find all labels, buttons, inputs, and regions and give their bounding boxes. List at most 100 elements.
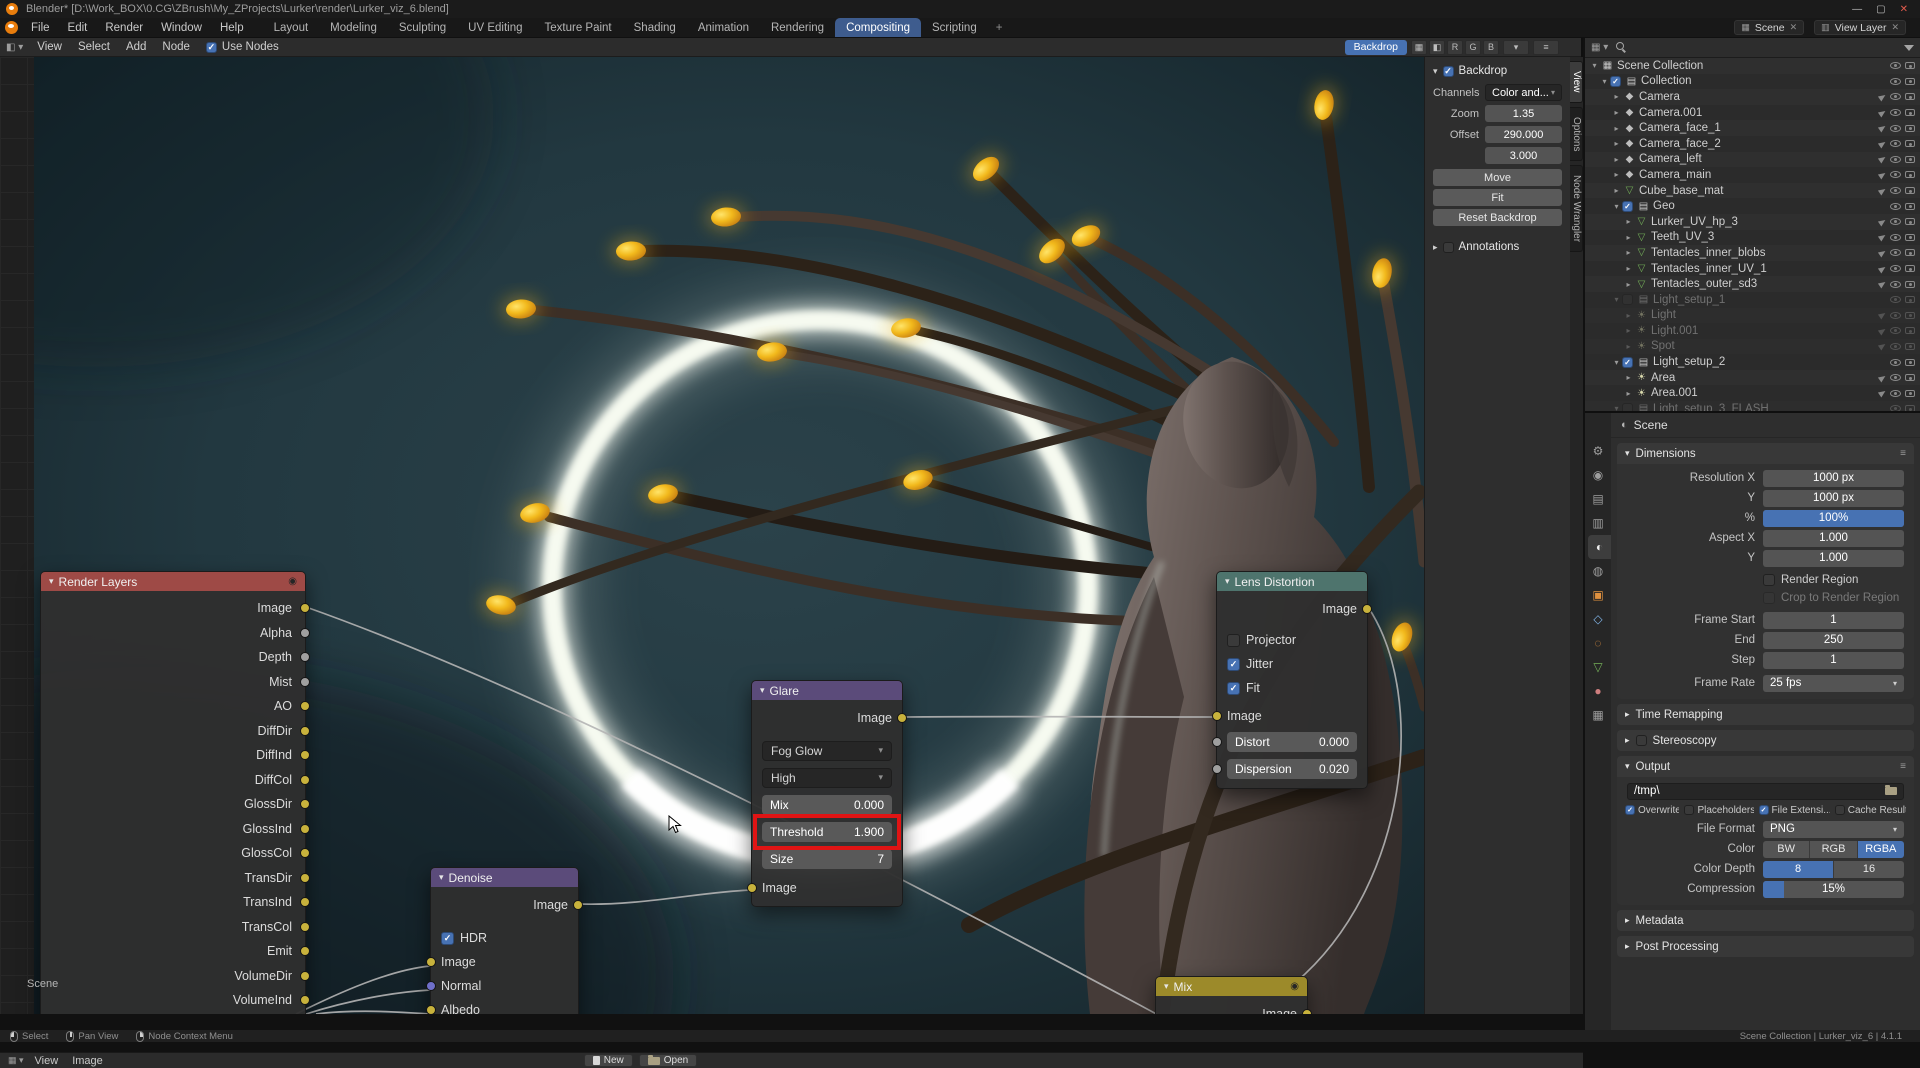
- channel-button[interactable]: ◧: [1429, 39, 1445, 55]
- node-lens-distortion[interactable]: Lens Distortion Image Projector: [1212, 571, 1372, 789]
- eye-icon[interactable]: [1890, 358, 1901, 366]
- input-socket[interactable]: [1212, 736, 1222, 747]
- camera-icon[interactable]: [1905, 233, 1915, 241]
- input-socket[interactable]: [1212, 711, 1222, 721]
- outliner-row[interactable]: ▸ ☀ Light: [1585, 308, 1920, 324]
- cursor-icon[interactable]: [1877, 123, 1888, 133]
- camera-icon[interactable]: [1905, 62, 1915, 70]
- output-socket[interactable]: [300, 676, 310, 687]
- camera-icon[interactable]: [1905, 280, 1915, 288]
- color-depth-option[interactable]: 8: [1763, 860, 1834, 878]
- expand-arrow-icon[interactable]: ▾: [1611, 404, 1622, 411]
- node-canvas[interactable]: Render Layers ◉ Image Alpha: [0, 57, 1583, 1014]
- glare-threshold-field[interactable]: Threshold 1.900: [753, 813, 901, 850]
- checkbox[interactable]: [1227, 633, 1240, 647]
- workspace-tab[interactable]: Scripting: [921, 18, 988, 37]
- camera-icon[interactable]: [1905, 342, 1915, 350]
- expand-arrow-icon[interactable]: ▸: [1623, 233, 1634, 242]
- expand-arrow-icon[interactable]: ▸: [1611, 186, 1622, 195]
- node-mix[interactable]: Mix ◉ Image: [1155, 976, 1312, 1014]
- outliner-row[interactable]: ▸ ▽ Cube_base_mat: [1585, 183, 1920, 199]
- output-socket[interactable]: [300, 921, 310, 932]
- cursor-icon[interactable]: [1877, 170, 1888, 180]
- file-format-select[interactable]: PNG: [1763, 820, 1904, 838]
- properties-tab[interactable]: ◍: [1585, 559, 1611, 583]
- node-render-layers[interactable]: Render Layers ◉ Image Alpha: [40, 571, 310, 1014]
- outliner-row[interactable]: ▸ ▽ Teeth_UV_3: [1585, 230, 1920, 246]
- output-socket[interactable]: [1302, 1009, 1312, 1014]
- output-socket[interactable]: [300, 872, 310, 883]
- eye-icon[interactable]: [1890, 265, 1901, 273]
- collection-checkbox[interactable]: [1622, 294, 1633, 306]
- expand-arrow-icon[interactable]: ▾: [1611, 295, 1622, 304]
- node-header[interactable]: Render Layers ◉: [41, 572, 305, 591]
- properties-tab[interactable]: ●: [1585, 679, 1611, 703]
- render-region-toggle[interactable]: Render Region: [1763, 574, 1858, 586]
- stereoscopy-panel-header[interactable]: Stereoscopy: [1617, 730, 1914, 751]
- workspace-tab[interactable]: +: [988, 18, 1011, 37]
- outliner-row[interactable]: ▸ ☀ Light.001: [1585, 323, 1920, 339]
- stereoscopy-checkbox[interactable]: [1635, 735, 1647, 746]
- crop-region-toggle[interactable]: Crop to Render Region: [1763, 592, 1899, 604]
- color-mode-option[interactable]: BW: [1763, 840, 1811, 858]
- node-header[interactable]: Lens Distortion: [1217, 572, 1367, 591]
- workspace-tab[interactable]: UV Editing: [457, 18, 533, 37]
- backdrop-toggle-button[interactable]: Backdrop: [1344, 39, 1407, 55]
- topbar-menu[interactable]: Render: [96, 18, 152, 37]
- minimize-button[interactable]: —: [1852, 4, 1862, 15]
- open-image-button[interactable]: Open: [638, 1054, 698, 1067]
- resolution-y-field[interactable]: 1000 px: [1763, 489, 1904, 507]
- backdrop-panel-header[interactable]: Backdrop: [1425, 60, 1570, 82]
- expand-arrow-icon[interactable]: ▸: [1611, 124, 1622, 133]
- use-nodes-toggle[interactable]: Use Nodes: [205, 41, 279, 53]
- camera-icon[interactable]: [1905, 374, 1915, 382]
- offset-y-field[interactable]: 3.000: [1485, 147, 1562, 164]
- cursor-icon[interactable]: [1877, 139, 1888, 149]
- expand-arrow-icon[interactable]: ▸: [1623, 248, 1634, 257]
- frame-rate-select[interactable]: 25 fps: [1763, 674, 1904, 692]
- expand-arrow-icon[interactable]: ▾: [1611, 358, 1622, 367]
- output-path-field[interactable]: /tmp\: [1627, 782, 1904, 800]
- expand-arrow-icon[interactable]: ▸: [1611, 139, 1622, 148]
- camera-icon[interactable]: [1905, 389, 1915, 397]
- backdrop-action-button[interactable]: Move: [1433, 169, 1562, 186]
- resolution-percent-slider[interactable]: 100%: [1763, 509, 1904, 527]
- expand-arrow-icon[interactable]: ▸: [1623, 326, 1634, 335]
- channels-select[interactable]: Color and...: [1485, 84, 1562, 101]
- color-mode-option[interactable]: RGB: [1810, 840, 1858, 858]
- sidebar-tab[interactable]: View: [1570, 61, 1583, 103]
- checkbox[interactable]: [1227, 657, 1240, 671]
- cursor-icon[interactable]: [1877, 373, 1888, 383]
- blender-logo-icon[interactable]: [6, 3, 18, 15]
- glare-quality-select[interactable]: High: [762, 767, 892, 788]
- eye-icon[interactable]: [1890, 233, 1901, 241]
- color-depth-option[interactable]: 16: [1834, 860, 1904, 878]
- cursor-icon[interactable]: [1877, 186, 1888, 196]
- channel-button[interactable]: G: [1465, 39, 1481, 55]
- channel-button[interactable]: ▦: [1411, 39, 1427, 55]
- output-socket[interactable]: [573, 900, 583, 910]
- camera-icon[interactable]: [1905, 327, 1915, 335]
- cursor-icon[interactable]: [1877, 342, 1888, 351]
- expand-arrow-icon[interactable]: ▸: [1611, 108, 1622, 117]
- outliner-row[interactable]: ▾ ▤ Geo: [1585, 198, 1920, 214]
- workspace-tab[interactable]: Modeling: [319, 18, 388, 37]
- node-header[interactable]: Denoise: [431, 868, 578, 887]
- expand-arrow-icon[interactable]: ▸: [1623, 389, 1634, 398]
- aspect-x-field[interactable]: 1.000: [1763, 529, 1904, 547]
- viewlayer-selector[interactable]: ▥ View Layer ✕: [1814, 20, 1906, 35]
- cursor-icon[interactable]: [1877, 217, 1888, 227]
- collection-checkbox[interactable]: [1622, 200, 1633, 212]
- outliner-row[interactable]: ▸ ▽ Lurker_UV_hp_3: [1585, 214, 1920, 230]
- outliner-row[interactable]: ▸ ☀ Spot: [1585, 339, 1920, 355]
- workspace-tab[interactable]: Animation: [687, 18, 760, 37]
- unlink-icon[interactable]: ✕: [1790, 22, 1798, 33]
- compositor-menu[interactable]: Add: [118, 41, 154, 53]
- dispersion-field[interactable]: Dispersion 0.020: [1227, 758, 1357, 779]
- collection-checkbox[interactable]: [1622, 356, 1633, 368]
- saving-option[interactable]: Placeholders: [1684, 805, 1754, 816]
- glare-size-field[interactable]: Size 7: [762, 848, 892, 869]
- camera-icon[interactable]: [1905, 202, 1915, 210]
- expand-arrow-icon[interactable]: ▸: [1611, 155, 1622, 164]
- camera-icon[interactable]: [1905, 93, 1915, 101]
